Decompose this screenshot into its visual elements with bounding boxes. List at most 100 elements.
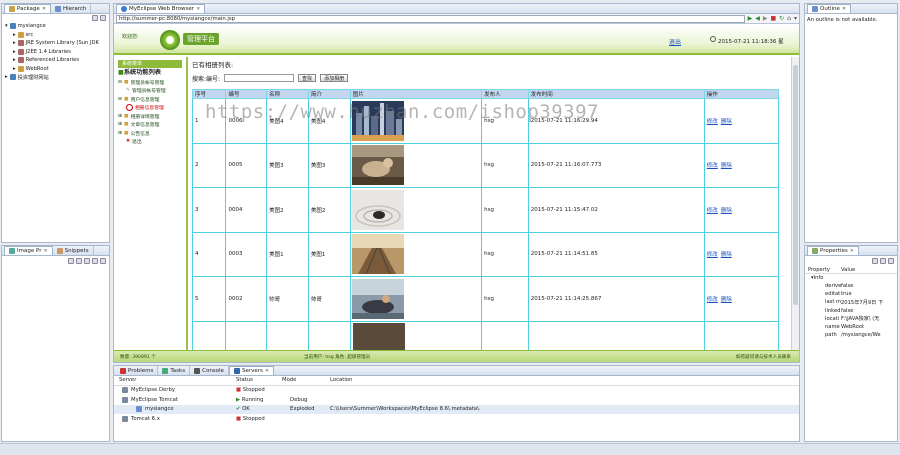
tab-problems[interactable]: Problems [116, 366, 159, 375]
categories-icon[interactable] [872, 258, 878, 264]
tab-properties[interactable]: Properties ✕ [807, 246, 859, 255]
cell-author: hsg [481, 276, 529, 322]
tree-project-2[interactable]: ▸ 投资理财网站 [5, 73, 109, 82]
delete-link[interactable]: 删除 [721, 208, 732, 214]
cell-idx: 3 [192, 187, 227, 233]
tree-project[interactable]: ▾ mysiangce [5, 22, 109, 31]
add-album-button[interactable]: 添加相册 [320, 74, 349, 82]
tab-servers[interactable]: Servers ✕ [228, 366, 275, 375]
edit-link[interactable]: 修改 [707, 208, 718, 214]
sidebar-item-article[interactable]: ⊞ ■ 文章信息管理 [114, 121, 186, 130]
home-icon[interactable]: ⌂ [787, 15, 791, 22]
url-input[interactable]: http://summer-pc:8080/mysiangce/main.jsp [116, 14, 745, 23]
cell-time: 2015-07-21 11:16:07.773 [527, 142, 705, 188]
delete-link[interactable]: 删除 [721, 119, 732, 125]
back-icon[interactable]: ◀ [755, 15, 760, 22]
tree-referenced[interactable]: ▸ Referenced Libraries [5, 56, 109, 65]
property-row[interactable]: name WebRoot [805, 323, 897, 331]
main-scrollbar[interactable] [791, 57, 799, 350]
search-button[interactable]: 查找 [298, 74, 317, 82]
sidebar-item-admin-manage[interactable]: ✎ 管理员帐号管理 [114, 87, 186, 96]
close-icon[interactable]: ✕ [42, 6, 46, 12]
fit-icon[interactable] [84, 258, 90, 264]
cell-intro: 美图1 [307, 231, 351, 277]
search-input[interactable] [224, 74, 295, 82]
forward-icon[interactable]: ▶ [763, 15, 768, 22]
logout-link[interactable]: 退出 [669, 37, 681, 46]
sidebar-item-album-detail[interactable]: 相册信息管理 [114, 104, 186, 113]
sidebar-item-admin[interactable]: ⊟ ■ 管理员帐号管理 [114, 78, 186, 87]
tab-snippets[interactable]: Snippets [53, 246, 94, 255]
edit-link[interactable]: 修改 [707, 252, 718, 258]
column-header: 序号 [192, 89, 227, 99]
folder-icon [17, 31, 24, 38]
minimize-icon[interactable] [92, 15, 98, 21]
app-footer: 数量: 390891 个 当前用户: hsg 角色: 超级管理员 如有疑问请与技… [114, 350, 799, 362]
properties-view: Properties ✕ Property Value ▾ Info derive f… [804, 245, 898, 442]
server-row[interactable]: mysiangce ✔ OK Exploded C:\Users\Summer\Wor… [114, 404, 799, 414]
tree-jre[interactable]: ▸ JRE System Library [Sun JDK [5, 39, 109, 48]
go-icon[interactable]: ▶ [748, 15, 753, 22]
sidebar-item-notice[interactable]: ⊞ ■ 公告信息 [114, 129, 186, 138]
menu-icon[interactable]: ▾ [794, 15, 797, 22]
refresh-icon[interactable]: ↻ [779, 15, 784, 22]
cell-code: 0005 [225, 142, 268, 188]
tab-outline[interactable]: Outline ✕ [807, 4, 852, 13]
delete-link[interactable]: 删除 [721, 297, 732, 303]
library-icon [17, 48, 24, 55]
minimize-icon[interactable] [100, 258, 106, 264]
actual-size-icon[interactable] [92, 258, 98, 264]
cell-actions: 修改 删除 [703, 231, 780, 277]
properties-group[interactable]: ▾ Info [805, 274, 897, 282]
zoom-in-icon[interactable] [68, 258, 74, 264]
server-row[interactable]: MyEclipse Tomcat ▶ Running Debug [114, 395, 799, 405]
edit-link[interactable]: 修改 [707, 163, 718, 169]
maximize-icon[interactable] [100, 15, 106, 21]
property-row[interactable]: linked false [805, 307, 897, 315]
close-icon[interactable]: ✕ [43, 248, 47, 254]
tree-src[interactable]: ▸ src [5, 31, 109, 40]
main-content: 已有相册列表: 搜索:编号: 查找 添加相册 序号 编号 名称 简介 图片 发布人 发布时间… [192, 57, 789, 350]
cell-idx: 2 [192, 142, 227, 188]
tree-webroot[interactable]: ▸ WebRoot [5, 65, 109, 74]
tab-image-preview[interactable]: Image Pr ✕ [4, 246, 53, 255]
tab-console[interactable]: Console [190, 366, 229, 375]
restore-icon[interactable] [888, 258, 894, 264]
edit-link[interactable]: 修改 [707, 119, 718, 125]
sidebar-item-album[interactable]: ⊞ ■ 相册详情管理 [114, 112, 186, 121]
server-row[interactable]: Tomcat 6.x ■ Stopped [114, 414, 799, 424]
tab-hierarchy[interactable]: Hierarch [51, 4, 92, 13]
tab-tasks[interactable]: Tasks [158, 366, 191, 375]
sidebar-item-exit[interactable]: ✖ 退出 [114, 138, 186, 147]
stop-icon[interactable]: ■ [770, 15, 776, 22]
cell-code: 0004 [225, 187, 268, 233]
property-row[interactable]: editat true [805, 290, 897, 298]
server-row[interactable]: MyEclipse Derby ■ Stopped [114, 386, 799, 396]
status-icon: ■ [236, 415, 243, 422]
delete-link[interactable]: 删除 [721, 252, 732, 258]
edit-link[interactable]: 修改 [707, 297, 718, 303]
cell-idx: 1 [192, 98, 227, 144]
scrollbar-thumb[interactable] [793, 65, 798, 305]
property-row[interactable]: derive false [805, 282, 897, 290]
sidebar-item-user[interactable]: ⊟ ■ 用户信息管理 [114, 95, 186, 104]
filter-icon[interactable] [880, 258, 886, 264]
tree-j2ee[interactable]: ▸ J2EE 1.4 Libraries [5, 48, 109, 57]
table-header: 序号 编号 名称 简介 图片 发布人 发布时间 操作 [192, 89, 780, 99]
property-row[interactable]: path/mysiangce/We [805, 331, 897, 339]
outline-icon [812, 6, 818, 12]
server-icon [122, 396, 128, 403]
property-row[interactable]: last m 2015年7月9日 下 [805, 298, 897, 306]
tab-package[interactable]: Package ✕ [4, 4, 52, 13]
cell-time: 2015-07-21 11:14:51.85 [527, 231, 705, 277]
close-icon[interactable]: ✕ [850, 248, 854, 254]
property-row[interactable]: locati F:\JAVA独家\ (无 [805, 315, 897, 323]
delete-link[interactable]: 删除 [721, 163, 732, 169]
tab-web-browser[interactable]: MyEclipse Web Browser ✕ [116, 4, 206, 13]
zoom-out-icon[interactable] [76, 258, 82, 264]
column-header: 编号 [225, 89, 268, 99]
close-icon[interactable]: ✕ [196, 6, 200, 12]
close-icon[interactable]: ✕ [842, 6, 846, 12]
close-icon[interactable]: ✕ [265, 368, 269, 374]
app-sidebar: 系统菜单 ■系统功能列表 ⊟ ■ 管理员帐号管理 ✎ 管理员帐号管理 ⊟ ■ 用户信息管理… [114, 57, 188, 350]
